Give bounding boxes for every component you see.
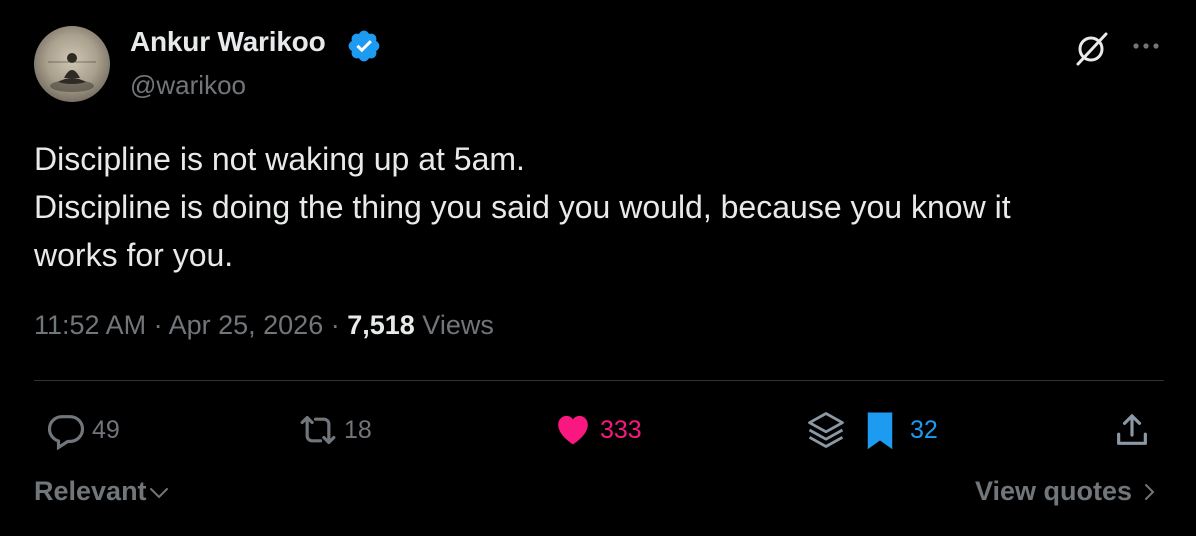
bookmark-count: 32: [910, 415, 938, 444]
tweet-line: Discipline is not waking up at 5am.: [34, 141, 525, 177]
meta-separator: ·: [146, 310, 169, 340]
bookmark-icon: [867, 412, 893, 450]
layers-icon: [808, 412, 844, 448]
heart-icon: [558, 415, 588, 445]
like-button[interactable]: 333: [552, 410, 642, 450]
view-quotes-link[interactable]: View quotes: [975, 476, 1160, 507]
tweet-time[interactable]: 11:52 AM: [34, 310, 146, 340]
meditating-figure-avatar-icon: [48, 53, 96, 92]
views-count: 7,518: [347, 310, 415, 340]
sort-label: Relevant: [34, 476, 147, 506]
views-label: Views: [414, 310, 494, 340]
meta-separator: ·: [323, 310, 348, 340]
verified-badge-icon: [348, 30, 380, 62]
like-count: 333: [600, 415, 642, 444]
grok-icon[interactable]: [1070, 26, 1114, 70]
sort-dropdown[interactable]: Relevant: [34, 476, 171, 507]
divider: [34, 380, 1164, 381]
author-handle[interactable]: @warikoo: [130, 70, 246, 101]
tweet-meta: 11:52 AM · Apr 25, 2026 · 7,518 Views: [34, 310, 494, 341]
tweet-line: works for you.: [34, 237, 234, 273]
tweet-line: Discipline is doing the thing you said y…: [34, 189, 1011, 225]
chevron-down-icon: [149, 487, 168, 498]
view-quotes-label: View quotes: [974, 476, 1132, 506]
reply-count: 49: [92, 415, 120, 444]
bookmark-button[interactable]: 32: [862, 410, 938, 450]
repost-count: 18: [344, 415, 372, 444]
chevron-right-icon: [1145, 483, 1155, 500]
avatar[interactable]: [34, 26, 110, 102]
repost-icon: [300, 415, 336, 445]
share-button[interactable]: [1112, 410, 1152, 450]
more-icon[interactable]: [1126, 28, 1166, 64]
reply-button[interactable]: 49: [46, 410, 120, 450]
author-display-name[interactable]: Ankur Warikoo: [130, 26, 326, 58]
grok-analyze-button[interactable]: [804, 410, 848, 450]
tweet-text: Discipline is not waking up at 5am. Disc…: [34, 135, 1144, 279]
tweet-date[interactable]: Apr 25, 2026: [169, 310, 324, 340]
repost-button[interactable]: 18: [298, 410, 372, 450]
share-icon: [1117, 414, 1147, 445]
reply-icon: [47, 415, 85, 450]
